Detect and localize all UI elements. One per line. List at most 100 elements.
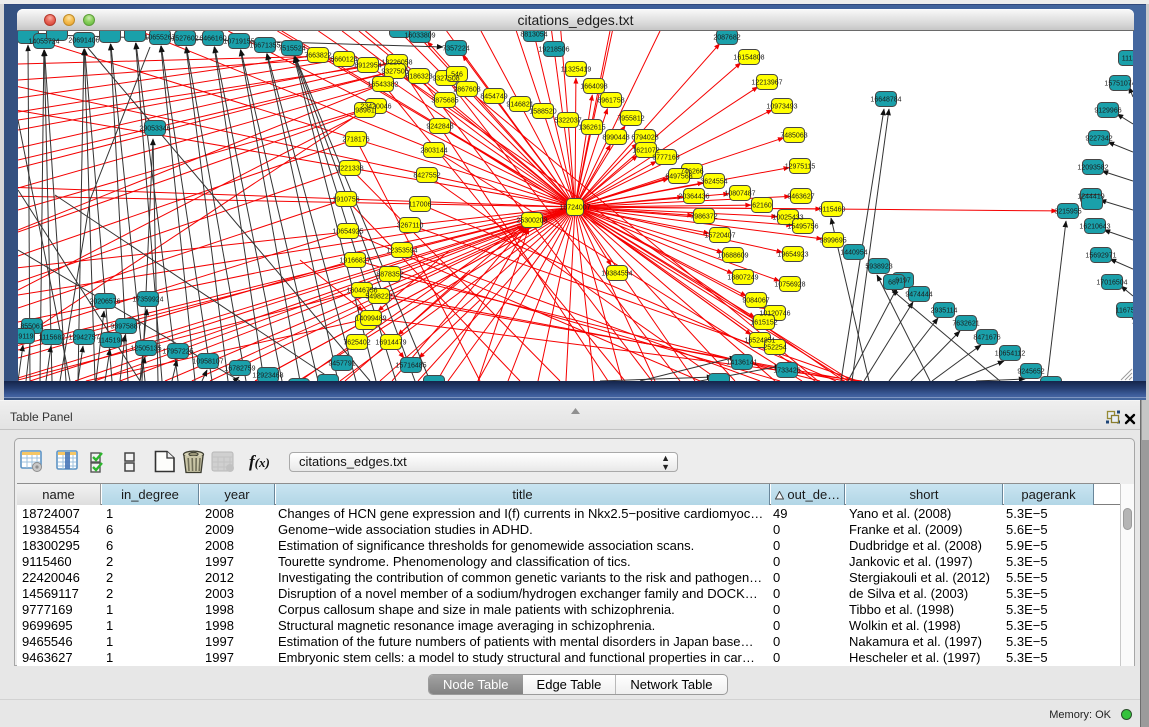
svg-text:10654112: 10654112 bbox=[995, 351, 1026, 358]
svg-text:20364436: 20364436 bbox=[678, 194, 709, 201]
svg-text:20206576: 20206576 bbox=[89, 299, 120, 306]
svg-text:9129966: 9129966 bbox=[1094, 108, 1121, 115]
svg-text:7632621: 7632621 bbox=[952, 321, 979, 328]
svg-text:6497568: 6497568 bbox=[665, 174, 692, 181]
svg-text:18807249: 18807249 bbox=[727, 275, 758, 282]
svg-text:8471676: 8471676 bbox=[973, 335, 1000, 342]
svg-text:16671355: 16671355 bbox=[249, 43, 280, 50]
svg-text:2803144: 2803144 bbox=[420, 148, 447, 155]
svg-text:9899695: 9899695 bbox=[819, 238, 846, 245]
svg-text:1221338: 1221338 bbox=[336, 166, 363, 173]
svg-text:1615152: 1615152 bbox=[750, 320, 777, 327]
svg-text:1733426: 1733426 bbox=[773, 368, 800, 375]
svg-text:93975887: 93975887 bbox=[110, 324, 141, 331]
svg-text:8454749: 8454749 bbox=[480, 94, 507, 101]
svg-text:9084067: 9084067 bbox=[742, 298, 769, 305]
svg-text:1664098: 1664098 bbox=[580, 84, 607, 91]
svg-text:9146821: 9146821 bbox=[506, 102, 533, 109]
svg-text:2718176: 2718176 bbox=[342, 137, 369, 144]
svg-text:16210643: 16210643 bbox=[1079, 224, 1110, 231]
svg-text:25300203: 25300203 bbox=[516, 218, 547, 225]
svg-text:10958107: 10958107 bbox=[192, 359, 223, 366]
svg-text:20691406: 20691406 bbox=[68, 38, 99, 45]
svg-text:252254: 252254 bbox=[763, 345, 786, 352]
svg-text:9245652: 9245652 bbox=[1017, 369, 1044, 376]
svg-text:8878352: 8878352 bbox=[376, 272, 403, 279]
svg-text:12942757: 12942757 bbox=[68, 335, 99, 342]
svg-text:19218506: 19218506 bbox=[538, 47, 569, 54]
svg-text:1527602: 1527602 bbox=[171, 36, 198, 43]
svg-text:15751074: 15751074 bbox=[1104, 81, 1133, 88]
svg-text:2087682: 2087682 bbox=[713, 35, 740, 42]
svg-text:17957225: 17957225 bbox=[162, 349, 193, 356]
svg-text:16648784: 16648784 bbox=[870, 97, 901, 104]
svg-text:7986372: 7986372 bbox=[690, 214, 717, 221]
svg-text:9777169: 9777169 bbox=[652, 155, 679, 162]
svg-text:16543382: 16543382 bbox=[367, 82, 398, 89]
svg-text:17016504: 17016504 bbox=[1096, 280, 1127, 287]
svg-text:5938923: 5938923 bbox=[865, 264, 892, 271]
svg-text:8912954: 8912954 bbox=[354, 63, 381, 70]
svg-text:12923468: 12923468 bbox=[252, 373, 283, 380]
svg-text:9242848: 9242848 bbox=[426, 124, 453, 131]
svg-text:1112: 1112 bbox=[1122, 56, 1133, 63]
svg-text:8990448: 8990448 bbox=[602, 135, 629, 142]
svg-text:62160: 62160 bbox=[752, 203, 772, 210]
svg-text:29053346: 29053346 bbox=[139, 126, 170, 133]
svg-text:116753: 116753 bbox=[1116, 308, 1133, 315]
svg-text:1244419: 1244419 bbox=[1077, 194, 1104, 201]
svg-text:10654925: 10654925 bbox=[332, 229, 363, 236]
svg-text:3624554: 3624554 bbox=[700, 179, 727, 186]
svg-text:1588520: 1588520 bbox=[529, 109, 556, 116]
svg-text:14136141: 14136141 bbox=[726, 360, 757, 367]
svg-text:9474444: 9474444 bbox=[905, 292, 932, 299]
svg-text:687: 687 bbox=[888, 280, 900, 287]
svg-text:9463627: 9463627 bbox=[787, 194, 814, 201]
svg-text:8186323: 8186323 bbox=[405, 74, 432, 81]
svg-text:19166827: 19166827 bbox=[339, 258, 370, 265]
svg-text:16033809: 16033809 bbox=[404, 33, 435, 40]
svg-text:7663822: 7663822 bbox=[304, 53, 331, 60]
svg-text:17359924: 17359924 bbox=[132, 297, 163, 304]
svg-text:1362615: 1362615 bbox=[578, 125, 605, 132]
svg-text:10120746: 10120746 bbox=[759, 311, 790, 318]
svg-text:1115682: 1115682 bbox=[39, 335, 65, 342]
svg-text:117006: 117006 bbox=[409, 202, 432, 209]
svg-text:7625402: 7625402 bbox=[343, 340, 370, 347]
svg-text:3267110: 3267110 bbox=[397, 223, 424, 230]
svg-text:2935114: 2935114 bbox=[931, 308, 958, 315]
svg-text:11325419: 11325419 bbox=[561, 67, 592, 74]
svg-text:3875685: 3875685 bbox=[431, 98, 458, 105]
svg-text:546: 546 bbox=[451, 72, 463, 79]
svg-text:3215955: 3215955 bbox=[1054, 209, 1081, 216]
svg-text:19654923: 19654923 bbox=[777, 252, 808, 259]
svg-text:10025433: 10025433 bbox=[772, 215, 803, 222]
svg-text:7357224: 7357224 bbox=[442, 46, 469, 53]
svg-text:6794028: 6794028 bbox=[631, 135, 658, 142]
svg-text:39119: 39119 bbox=[18, 334, 34, 341]
svg-text:6961758: 6961758 bbox=[597, 98, 624, 105]
svg-text:9227342: 9227342 bbox=[1085, 136, 1112, 143]
svg-text:10756928: 10756928 bbox=[774, 282, 805, 289]
svg-text:16154808: 16154808 bbox=[733, 55, 764, 62]
svg-text:15692971: 15692971 bbox=[1085, 253, 1116, 260]
svg-text:14055724: 14055724 bbox=[28, 39, 59, 46]
svg-text:10973493: 10973493 bbox=[766, 104, 797, 111]
svg-text:2867608: 2867608 bbox=[453, 87, 480, 94]
svg-text:15716485: 15716485 bbox=[395, 363, 426, 370]
svg-text:19384554: 19384554 bbox=[601, 271, 632, 278]
svg-text:12975115: 12975115 bbox=[785, 164, 816, 171]
svg-text:855061: 855061 bbox=[20, 324, 43, 331]
svg-text:9115460: 9115460 bbox=[819, 207, 846, 214]
svg-text:8813054: 8813054 bbox=[520, 32, 547, 39]
svg-text:18724007: 18724007 bbox=[559, 205, 590, 212]
svg-text:13226058: 13226058 bbox=[381, 60, 412, 67]
svg-text:8427552: 8427552 bbox=[413, 173, 440, 180]
svg-text:16782759: 16782759 bbox=[224, 366, 255, 373]
svg-text:7515524: 7515524 bbox=[278, 46, 305, 53]
svg-text:12505135: 12505135 bbox=[130, 346, 161, 353]
svg-text:1621072: 1621072 bbox=[632, 148, 659, 155]
svg-text:7485063: 7485063 bbox=[780, 133, 807, 140]
svg-text:98961: 98961 bbox=[355, 108, 375, 115]
svg-text:16524851: 16524851 bbox=[744, 338, 775, 345]
